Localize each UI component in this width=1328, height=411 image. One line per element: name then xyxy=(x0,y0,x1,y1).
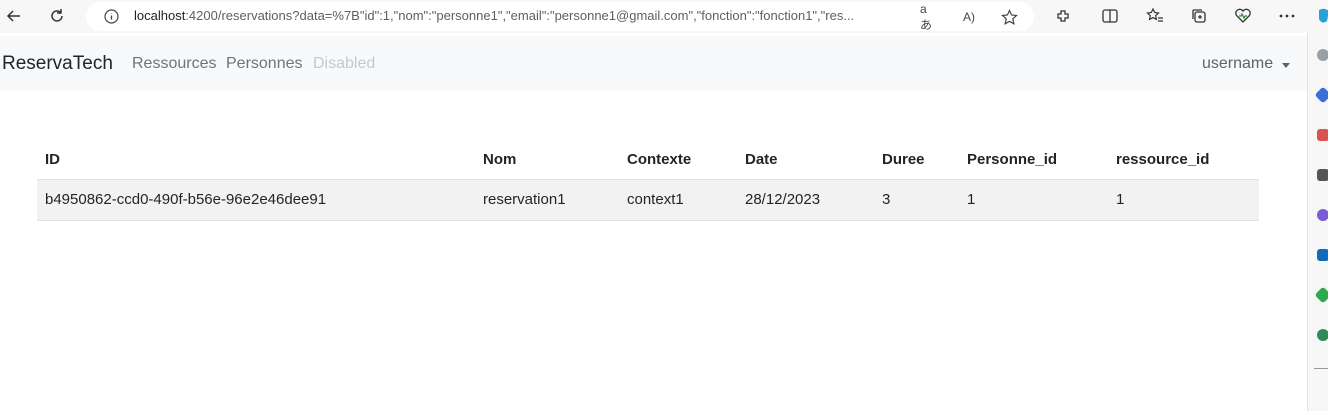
address-bar[interactable]: localhost:4200/reservations?data=%7B"id"… xyxy=(86,2,1034,32)
info-icon[interactable] xyxy=(104,9,119,29)
favorite-star-icon[interactable] xyxy=(1000,8,1018,26)
back-arrow-icon[interactable] xyxy=(3,5,25,27)
favorites-icon[interactable] xyxy=(1145,6,1165,26)
reservations-table: ID Nom Contexte Date Duree Personne_id r… xyxy=(37,140,1259,221)
tree-icon[interactable] xyxy=(1317,329,1328,341)
collections-icon[interactable] xyxy=(1189,6,1209,26)
games-icon[interactable] xyxy=(1317,209,1328,221)
column-header-duree: Duree xyxy=(874,140,959,180)
tools-icon[interactable] xyxy=(1317,169,1328,181)
username-label: username xyxy=(1202,55,1274,72)
outlook-icon[interactable] xyxy=(1317,249,1328,261)
browser-essentials-icon[interactable] xyxy=(1233,6,1253,26)
diamond-icon[interactable] xyxy=(1314,86,1328,104)
edge-sidebar xyxy=(1307,33,1328,411)
nav-link-ressources[interactable]: Ressources xyxy=(132,55,216,73)
translate-icon[interactable]: aあ xyxy=(920,2,938,32)
copilot-icon[interactable] xyxy=(1314,6,1328,26)
user-dropdown[interactable]: username xyxy=(1202,55,1291,73)
app-navbar: ReservaTech Ressources Personnes Disable… xyxy=(0,36,1307,91)
column-header-date: Date xyxy=(737,140,874,180)
browser-toolbar: localhost:4200/reservations?data=%7B"id"… xyxy=(0,0,1328,33)
cell-nom: reservation1 xyxy=(475,179,619,221)
url-path: :4200/reservations?data=%7B"id":1,"nom":… xyxy=(185,8,855,23)
brand-logo-text[interactable]: ReservaTech xyxy=(2,53,113,75)
url-host: localhost xyxy=(134,8,186,23)
drive-icon[interactable] xyxy=(1314,286,1328,304)
sidebar-divider xyxy=(1314,368,1328,369)
refresh-icon[interactable] xyxy=(46,5,68,27)
extensions-icon[interactable] xyxy=(1053,6,1073,26)
cell-contexte: context1 xyxy=(619,179,737,221)
shopping-icon[interactable] xyxy=(1317,129,1328,141)
cell-date: 28/12/2023 xyxy=(737,179,874,221)
column-header-personne-id: Personne_id xyxy=(959,140,1108,180)
cell-ressource-id: 1 xyxy=(1108,179,1259,221)
more-options-icon[interactable] xyxy=(1277,6,1297,26)
url-text: localhost:4200/reservations?data=%7B"id"… xyxy=(134,8,908,23)
cell-id: b4950862-ccd0-490f-b56e-96e2e46dee91 xyxy=(37,179,475,221)
search-icon[interactable] xyxy=(1317,49,1328,61)
column-header-contexte: Contexte xyxy=(619,140,737,180)
table-header-row: ID Nom Contexte Date Duree Personne_id r… xyxy=(37,140,1259,180)
column-header-nom: Nom xyxy=(475,140,619,180)
caret-down-icon xyxy=(1282,62,1291,68)
split-screen-icon[interactable] xyxy=(1100,6,1120,26)
nav-link-personnes[interactable]: Personnes xyxy=(226,55,303,73)
column-header-id: ID xyxy=(37,140,475,180)
nav-link-disabled: Disabled xyxy=(313,55,376,72)
cell-duree: 3 xyxy=(874,179,959,221)
column-header-ressource-id: ressource_id xyxy=(1108,140,1259,180)
cell-personne-id: 1 xyxy=(959,179,1108,221)
read-aloud-icon[interactable]: A) xyxy=(960,8,978,26)
reservations-table-container: ID Nom Contexte Date Duree Personne_id r… xyxy=(37,140,1259,221)
table-row[interactable]: b4950862-ccd0-490f-b56e-96e2e46dee91 res… xyxy=(37,179,1259,221)
